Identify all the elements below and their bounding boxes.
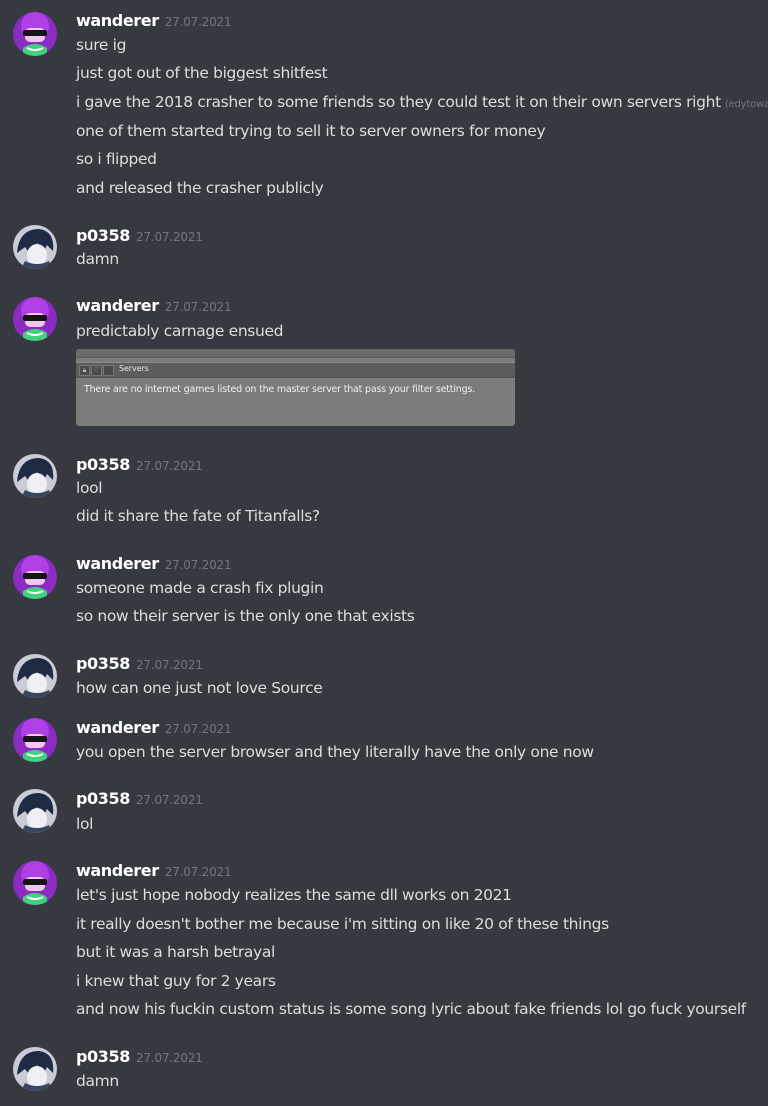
message-text: and released the crasher publicly: [76, 179, 324, 197]
message-body: i gave the 2018 crasher to some friends …: [76, 93, 721, 111]
username[interactable]: p0358: [76, 226, 130, 245]
avatar[interactable]: [13, 555, 57, 599]
timestamp[interactable]: 27.07.2021: [136, 230, 203, 244]
message-header: p0358 27.07.2021: [76, 455, 203, 476]
avatar[interactable]: [13, 861, 57, 905]
dark-haired-anime-avatar-icon: [13, 454, 57, 498]
message-text: how can one just not love Source: [76, 679, 323, 697]
username[interactable]: p0358: [76, 455, 130, 474]
heart-icon: ♡: [91, 365, 102, 376]
window-title: Servers: [119, 364, 149, 373]
timestamp[interactable]: 27.07.2021: [136, 459, 203, 473]
message-text: one of them started trying to sell it to…: [76, 122, 546, 140]
avatar[interactable]: [13, 225, 57, 269]
message-header: p0358 27.07.2021: [76, 789, 203, 810]
purple-haired-sunglasses-avatar-icon: [13, 861, 57, 905]
list-icon: [103, 365, 114, 376]
timestamp[interactable]: 27.07.2021: [165, 722, 232, 736]
username[interactable]: wanderer: [76, 296, 159, 315]
username[interactable]: wanderer: [76, 11, 159, 30]
server-browser-titlebar: 🔒︎ ♡ Servers: [76, 362, 515, 378]
message-header: wanderer 27.07.2021: [76, 861, 232, 882]
avatar[interactable]: [13, 1047, 57, 1091]
image-attachment[interactable]: 🔒︎ ♡ Servers There are no internet games…: [76, 349, 515, 426]
message-header: wanderer 27.07.2021: [76, 296, 232, 317]
username[interactable]: wanderer: [76, 718, 159, 737]
dark-haired-anime-avatar-icon: [13, 1047, 57, 1091]
timestamp[interactable]: 27.07.2021: [136, 658, 203, 672]
message-text: did it share the fate of Titanfalls?: [76, 507, 320, 525]
message-header: wanderer 27.07.2021: [76, 554, 232, 575]
dark-haired-anime-avatar-icon: [13, 654, 57, 698]
avatar[interactable]: [13, 654, 57, 698]
message-text: lool: [76, 479, 103, 497]
dark-haired-anime-avatar-icon: [13, 225, 57, 269]
message-text: but it was a harsh betrayal: [76, 943, 275, 961]
avatar[interactable]: [13, 718, 57, 762]
message-text: lol: [76, 815, 94, 833]
message-text: damn: [76, 250, 119, 268]
edited-marker: (edytowane): [724, 99, 768, 110]
message-header: p0358 27.07.2021: [76, 1047, 203, 1068]
timestamp[interactable]: 27.07.2021: [165, 558, 232, 572]
purple-haired-sunglasses-avatar-icon: [13, 555, 57, 599]
avatar[interactable]: [13, 789, 57, 833]
message-text: so now their server is the only one that…: [76, 607, 415, 625]
avatar[interactable]: [13, 454, 57, 498]
message-text: sure ig: [76, 36, 127, 54]
lock-icon: 🔒︎: [79, 365, 90, 376]
purple-haired-sunglasses-avatar-icon: [13, 718, 57, 762]
timestamp[interactable]: 27.07.2021: [165, 15, 232, 29]
message-header: p0358 27.07.2021: [76, 226, 203, 247]
message-header: wanderer 27.07.2021: [76, 11, 232, 32]
username[interactable]: wanderer: [76, 554, 159, 573]
username[interactable]: p0358: [76, 789, 130, 808]
message-text: someone made a crash fix plugin: [76, 579, 324, 597]
avatar[interactable]: [13, 297, 57, 341]
message-text: i knew that guy for 2 years: [76, 972, 276, 990]
message-text: you open the server browser and they lit…: [76, 743, 594, 761]
message-text: just got out of the biggest shitfest: [76, 64, 328, 82]
timestamp[interactable]: 27.07.2021: [136, 793, 203, 807]
timestamp[interactable]: 27.07.2021: [165, 865, 232, 879]
message-text: it really doesn't bother me because i'm …: [76, 915, 609, 933]
message-text: predictably carnage ensued: [76, 322, 284, 340]
message-text: i gave the 2018 crasher to some friends …: [76, 91, 768, 116]
server-browser-tabs: [76, 349, 515, 358]
username[interactable]: wanderer: [76, 861, 159, 880]
message-header: wanderer 27.07.2021: [76, 718, 232, 739]
message-text: damn: [76, 1072, 119, 1090]
message-text: and now his fuckin custom status is some…: [76, 1000, 746, 1018]
username[interactable]: p0358: [76, 1047, 130, 1066]
avatar[interactable]: [13, 12, 57, 56]
purple-haired-sunglasses-avatar-icon: [13, 12, 57, 56]
dark-haired-anime-avatar-icon: [13, 789, 57, 833]
username[interactable]: p0358: [76, 654, 130, 673]
timestamp[interactable]: 27.07.2021: [165, 300, 232, 314]
purple-haired-sunglasses-avatar-icon: [13, 297, 57, 341]
message-text: let's just hope nobody realizes the same…: [76, 886, 512, 904]
timestamp[interactable]: 27.07.2021: [136, 1051, 203, 1065]
message-header: p0358 27.07.2021: [76, 654, 203, 675]
message-text: so i flipped: [76, 150, 157, 168]
server-browser-message: There are no internet games listed on th…: [84, 384, 475, 395]
